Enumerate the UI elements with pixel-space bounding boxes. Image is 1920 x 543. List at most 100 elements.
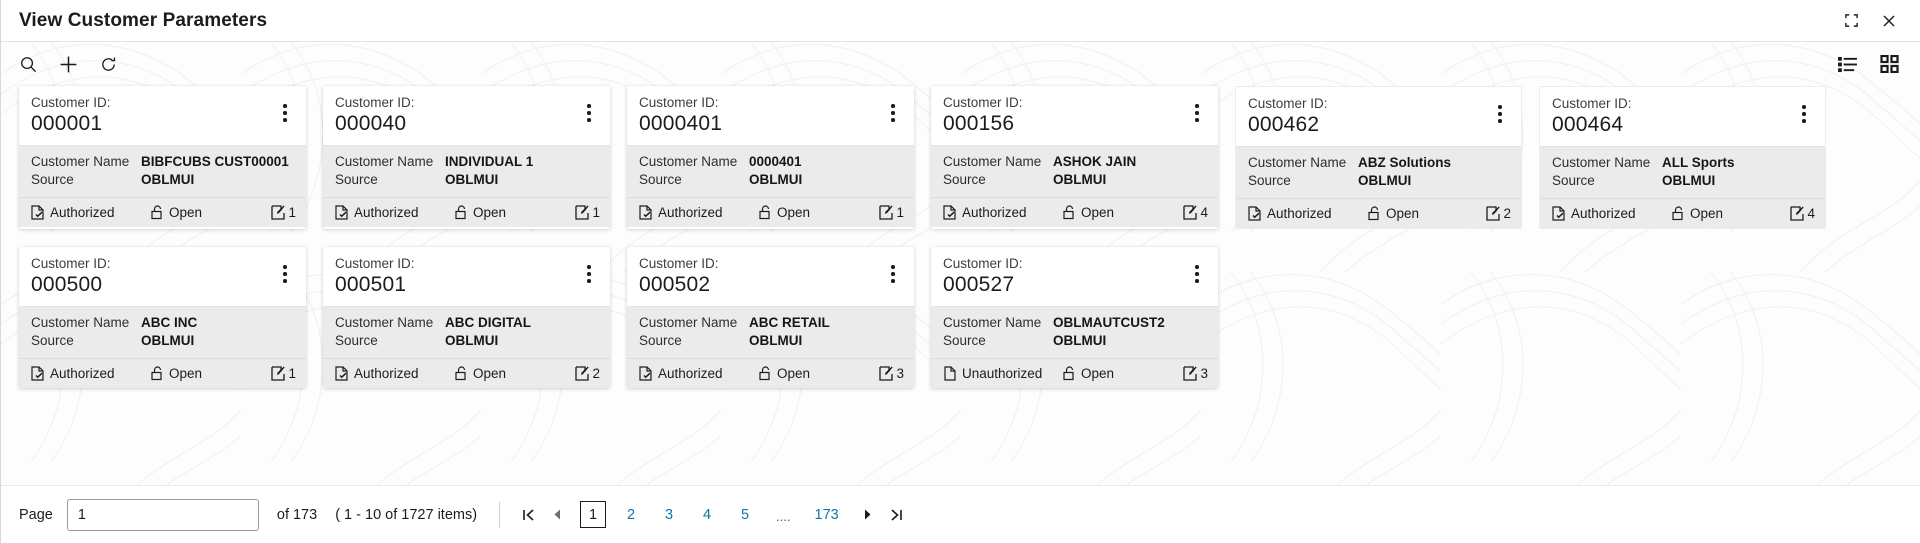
view-customer-parameters-window: View Customer Parameters Customer ID: 00… xyxy=(0,0,1920,543)
edit-count[interactable]: 4 xyxy=(1183,205,1208,220)
refresh-icon[interactable] xyxy=(93,49,123,79)
page-label: Page xyxy=(19,506,53,523)
source-label: Source xyxy=(639,333,682,348)
open-lock-icon xyxy=(1672,206,1685,221)
card-menu-icon[interactable] xyxy=(578,265,600,283)
record-lock-status: Open xyxy=(1063,366,1183,381)
close-icon[interactable] xyxy=(1878,10,1900,32)
edit-icon xyxy=(1183,205,1198,220)
add-icon[interactable] xyxy=(53,49,83,79)
customer-card[interactable]: Customer ID: 000464 Customer Name ALL Sp… xyxy=(1539,86,1826,229)
customer-name-row: Customer Name ABZ Solutions xyxy=(1248,154,1509,172)
grid-view-icon[interactable] xyxy=(1874,49,1904,79)
customer-card[interactable]: Customer ID: 000500 Customer Name ABC IN… xyxy=(19,247,306,388)
first-page-icon[interactable] xyxy=(516,502,542,528)
edit-icon xyxy=(1486,206,1501,221)
source-row: Source OBLMUI xyxy=(31,171,294,189)
open-lock-icon xyxy=(455,366,468,381)
edit-count[interactable]: 3 xyxy=(879,366,904,381)
page-number-1[interactable]: 1 xyxy=(580,501,607,528)
card-details: Customer Name INDIVIDUAL 1 Source OBLMUI xyxy=(323,145,610,197)
edit-count[interactable]: 1 xyxy=(271,205,296,220)
card-menu-icon[interactable] xyxy=(274,104,296,122)
card-details: Customer Name ASHOK JAIN Source OBLMUI xyxy=(931,145,1218,197)
customer-id-label: Customer ID: xyxy=(639,95,719,110)
record-lock-status: Open xyxy=(759,205,879,220)
toolbar-actions xyxy=(13,49,123,79)
source-value: OBLMUI xyxy=(1053,172,1107,187)
previous-page-icon[interactable] xyxy=(544,502,570,528)
customer-card[interactable]: Customer ID: 000001 Customer Name BIBFCU… xyxy=(19,86,306,229)
record-lock-status: Open xyxy=(151,205,271,220)
customer-name-value: ABZ Solutions xyxy=(1358,155,1451,170)
edit-count[interactable]: 3 xyxy=(1183,366,1208,381)
page-number-last[interactable]: 173 xyxy=(809,501,845,528)
card-header-text: Customer ID: 000001 xyxy=(31,94,274,136)
card-details: Customer Name ABC DIGITAL Source OBLMUI xyxy=(323,306,610,358)
open-lock-icon xyxy=(759,366,772,381)
status-label: Authorized xyxy=(962,205,1027,220)
last-page-icon[interactable] xyxy=(883,502,909,528)
card-details: Customer Name ALL Sports Source OBLMUI xyxy=(1540,146,1825,198)
customer-card[interactable]: Customer ID: 000040 Customer Name INDIVI… xyxy=(323,86,610,229)
edit-count-value: 3 xyxy=(1200,366,1208,381)
edit-count[interactable]: 1 xyxy=(575,205,600,220)
list-view-icon[interactable] xyxy=(1832,49,1862,79)
card-header: Customer ID: 000156 xyxy=(931,86,1218,145)
card-menu-icon[interactable] xyxy=(274,265,296,283)
status-label: Authorized xyxy=(50,366,115,381)
action-toolbar xyxy=(1,42,1920,86)
card-menu-icon[interactable] xyxy=(1489,105,1511,123)
edit-count[interactable]: 1 xyxy=(271,366,296,381)
record-lock-status: Open xyxy=(455,205,575,220)
customer-id-value: 000040 xyxy=(335,112,407,135)
card-details: Customer Name OBLMAUTCUST2 Source OBLMUI xyxy=(931,306,1218,358)
customer-name-label: Customer Name xyxy=(335,154,434,169)
page-number-3[interactable]: 3 xyxy=(656,501,682,528)
page-input[interactable] xyxy=(66,498,259,531)
next-page-icon[interactable] xyxy=(855,502,881,528)
card-menu-icon[interactable] xyxy=(882,104,904,122)
card-menu-icon[interactable] xyxy=(578,104,600,122)
customer-card[interactable]: Customer ID: 000502 Customer Name ABC RE… xyxy=(627,247,914,388)
edit-count[interactable]: 2 xyxy=(1486,206,1511,221)
customer-card[interactable]: Customer ID: 000527 Customer Name OBLMAU… xyxy=(931,247,1218,388)
page-number-5[interactable]: 5 xyxy=(732,501,758,528)
card-footer: Authorized Open 2 xyxy=(323,358,610,388)
card-menu-icon[interactable] xyxy=(1186,265,1208,283)
window-titlebar: View Customer Parameters xyxy=(1,0,1920,42)
customer-card[interactable]: Customer ID: 000156 Customer Name ASHOK … xyxy=(931,86,1218,229)
edit-count[interactable]: 1 xyxy=(879,205,904,220)
edit-icon xyxy=(879,205,894,220)
source-value: OBLMUI xyxy=(1053,333,1107,348)
authorized-icon xyxy=(31,205,45,220)
source-value: OBLMUI xyxy=(749,333,803,348)
source-row: Source OBLMUI xyxy=(335,332,598,350)
edit-count-value: 2 xyxy=(592,366,600,381)
customer-card[interactable]: Customer ID: 0000401 Customer Name 00004… xyxy=(627,86,914,229)
source-label: Source xyxy=(31,172,74,187)
edit-count[interactable]: 2 xyxy=(575,366,600,381)
page-number-4[interactable]: 4 xyxy=(694,501,720,528)
page-number-2[interactable]: 2 xyxy=(618,501,644,528)
edit-count-value: 1 xyxy=(592,205,600,220)
status-badge: Authorized xyxy=(31,366,151,381)
card-menu-icon[interactable] xyxy=(882,265,904,283)
customer-id-label: Customer ID: xyxy=(943,95,1023,110)
restore-icon[interactable] xyxy=(1840,10,1862,32)
customer-name-row: Customer Name 0000401 xyxy=(639,153,902,171)
search-icon[interactable] xyxy=(13,49,43,79)
card-menu-icon[interactable] xyxy=(1186,104,1208,122)
edit-icon xyxy=(1183,366,1198,381)
customer-card[interactable]: Customer ID: 000501 Customer Name ABC DI… xyxy=(323,247,610,388)
customer-card[interactable]: Customer ID: 000462 Customer Name ABZ So… xyxy=(1235,86,1522,229)
card-header-text: Customer ID: 000501 xyxy=(335,255,578,297)
edit-count-value: 4 xyxy=(1807,206,1815,221)
card-footer: Authorized Open 1 xyxy=(19,358,306,388)
items-range-label: ( 1 - 10 of 1727 items) xyxy=(335,506,478,523)
card-footer: Authorized Open 3 xyxy=(627,358,914,388)
card-header-text: Customer ID: 000156 xyxy=(943,94,1186,136)
card-header: Customer ID: 000502 xyxy=(627,247,914,306)
card-menu-icon[interactable] xyxy=(1793,105,1815,123)
edit-count[interactable]: 4 xyxy=(1790,206,1815,221)
